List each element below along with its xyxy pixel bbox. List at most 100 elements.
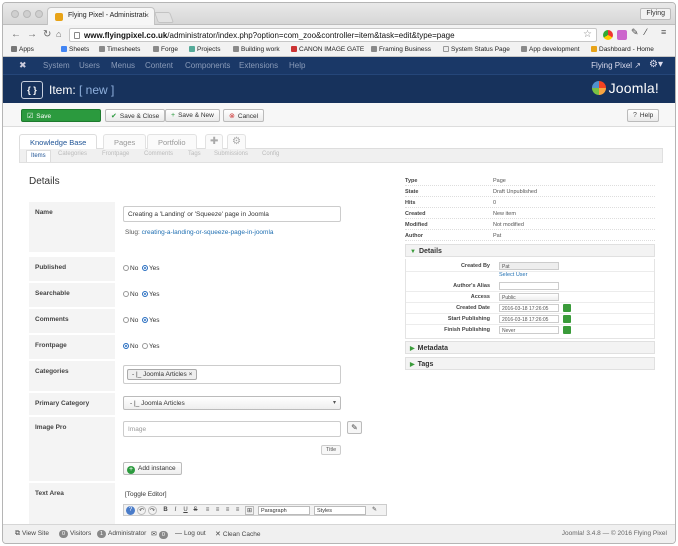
bookmark-item[interactable]: Building work <box>233 46 280 53</box>
app-settings-icon[interactable]: ⚙ <box>227 134 246 149</box>
cancel-button[interactable]: ⊗ Cancel <box>223 109 265 122</box>
eraser-icon[interactable]: ✎ <box>370 506 379 515</box>
subtab-config[interactable]: Config <box>262 151 279 157</box>
bookmark-star-icon[interactable]: ☆ <box>583 29 592 40</box>
created-date-input[interactable]: 2016-03-18 17:26:05 <box>499 304 559 312</box>
name-input[interactable]: Creating a 'Landing' or 'Squeeze' page i… <box>123 206 341 222</box>
bookmark-item[interactable]: Forge <box>153 46 178 53</box>
tags-panel-toggle[interactable]: ▶ Tags <box>405 357 655 370</box>
subtab-categories[interactable]: Categories <box>58 151 87 157</box>
tab-portfolio[interactable]: Portfolio <box>147 134 197 149</box>
add-instance-button[interactable]: + Add instance <box>123 462 182 475</box>
forward-icon[interactable]: → <box>27 29 37 40</box>
menu-content[interactable]: Content <box>145 61 173 70</box>
slug-link[interactable]: creating-a-landing-or-squeeze-page-in-jo… <box>142 229 274 236</box>
image-input[interactable]: Image <box>123 421 341 437</box>
back-icon[interactable]: ← <box>11 29 21 40</box>
comments-yes-radio[interactable] <box>141 317 148 323</box>
menu-menus[interactable]: Menus <box>111 61 135 70</box>
align-justify-icon[interactable]: ≡ <box>233 506 242 515</box>
align-center-icon[interactable]: ≡ <box>213 506 222 515</box>
bookmark-item[interactable]: Projects <box>189 46 220 53</box>
align-right-icon[interactable]: ≡ <box>223 506 232 515</box>
category-chip[interactable]: - |_ Joomla Articles × <box>127 369 198 380</box>
menu-extensions[interactable]: Extensions <box>239 61 278 70</box>
extension-color-icon[interactable] <box>617 30 627 40</box>
extension-eyedropper-icon[interactable]: ⁄ <box>645 27 655 37</box>
site-link[interactable]: Flying Pixel ↗ <box>591 61 641 70</box>
categories-input[interactable]: - |_ Joomla Articles × <box>123 365 341 384</box>
url-input[interactable]: www.flyingpixel.co.uk/administrator/inde… <box>69 28 597 42</box>
tab-pages[interactable]: Pages <box>103 134 147 149</box>
published-yes-radio[interactable] <box>141 265 148 271</box>
messages-status[interactable]: ✉ 0 <box>151 530 170 539</box>
author-alias-input[interactable] <box>499 282 559 290</box>
published-no-radio[interactable] <box>123 265 129 271</box>
comments-no-radio[interactable] <box>123 317 129 323</box>
title-button[interactable]: Title <box>321 445 342 455</box>
paragraph-select[interactable]: Paragraph <box>258 506 310 515</box>
subtab-frontpage[interactable]: Frontpage <box>102 151 129 157</box>
new-tab-button[interactable] <box>153 12 175 23</box>
save-close-button[interactable]: ✔ Save & Close <box>105 109 166 122</box>
maximize-window-icon[interactable] <box>35 10 43 18</box>
editor-undo-icon[interactable]: ↶ <box>137 506 146 515</box>
menu-help[interactable]: Help <box>289 61 305 70</box>
bookmark-item[interactable]: Sheets <box>61 46 89 53</box>
tab-knowledge-base[interactable]: Knowledge Base <box>19 134 98 150</box>
frontpage-no-radio[interactable] <box>123 343 129 349</box>
bookmark-item[interactable]: CANON IMAGE GATE <box>291 46 364 53</box>
bookmark-item[interactable]: App development <box>521 46 580 53</box>
save-new-button[interactable]: + Save & New <box>165 109 220 122</box>
bookmark-item[interactable]: Timesheets <box>99 46 140 53</box>
menu-icon[interactable]: ≡ <box>661 27 671 37</box>
edit-image-icon[interactable]: ✎ <box>347 421 362 434</box>
add-app-icon[interactable]: ✚ <box>205 134 224 149</box>
primary-category-select[interactable]: - |_ Joomla Articles ▾ <box>123 396 341 410</box>
strikethrough-icon[interactable]: S <box>191 506 200 515</box>
align-left-icon[interactable]: ≡ <box>203 506 212 515</box>
underline-icon[interactable]: U <box>181 506 190 515</box>
access-select[interactable]: Public <box>499 293 559 301</box>
clean-cache-link[interactable]: ✕ Clean Cache <box>215 530 260 538</box>
profile-button[interactable]: Flying <box>640 8 671 20</box>
browser-tab[interactable]: Flying Pixel - Administrati × <box>47 7 155 25</box>
finish-publishing-input[interactable]: Never <box>499 326 559 334</box>
calendar-icon[interactable] <box>563 326 571 334</box>
close-window-icon[interactable] <box>11 10 19 18</box>
menu-components[interactable]: Components <box>185 61 230 70</box>
bookmark-item[interactable]: Dashboard - Home <box>591 46 654 53</box>
page-info-icon[interactable] <box>74 32 80 39</box>
joomla-menu-logo-icon[interactable]: ✖ <box>19 60 27 71</box>
searchable-no-radio[interactable] <box>123 291 129 297</box>
subtab-comments[interactable]: Comments <box>144 151 173 157</box>
styles-select[interactable]: Styles <box>314 506 366 515</box>
select-user-link[interactable]: Select User <box>499 271 559 279</box>
menu-users[interactable]: Users <box>79 61 100 70</box>
editor-help-icon[interactable]: ? <box>126 506 135 515</box>
help-button[interactable]: ? Help <box>627 109 660 122</box>
bookmark-item[interactable]: Framing Business <box>371 46 431 53</box>
calendar-icon[interactable] <box>563 304 571 312</box>
subtab-items[interactable]: Items <box>26 150 51 162</box>
details-panel-toggle[interactable]: ▼ Details <box>405 244 655 257</box>
calendar-icon[interactable] <box>563 315 571 323</box>
start-publishing-input[interactable]: 2016-03-18 17:26:05 <box>499 315 559 323</box>
extension-pen-icon[interactable]: ✎ <box>631 27 641 37</box>
editor-redo-icon[interactable]: ↷ <box>148 506 157 515</box>
save-button[interactable]: ☑ Save <box>21 109 101 122</box>
tab-close-icon[interactable]: × <box>144 11 149 20</box>
menu-system[interactable]: System <box>43 61 70 70</box>
logout-link[interactable]: — Log out <box>175 530 206 537</box>
searchable-yes-radio[interactable] <box>141 291 148 297</box>
toggle-editor-link[interactable]: [Toggle Editor] <box>125 491 167 498</box>
user-gear-icon[interactable]: ⚙▾ <box>649 59 663 70</box>
extension-chrome-icon[interactable] <box>603 30 613 40</box>
bold-icon[interactable]: B <box>161 506 170 515</box>
reload-icon[interactable]: ↻ <box>43 29 51 40</box>
subtab-tags[interactable]: Tags <box>188 151 201 157</box>
subtab-submissions[interactable]: Submissions <box>214 151 248 157</box>
frontpage-yes-radio[interactable] <box>141 343 148 349</box>
home-icon[interactable]: ⌂ <box>56 29 61 39</box>
formats-icon[interactable]: ⊞ <box>245 506 254 515</box>
